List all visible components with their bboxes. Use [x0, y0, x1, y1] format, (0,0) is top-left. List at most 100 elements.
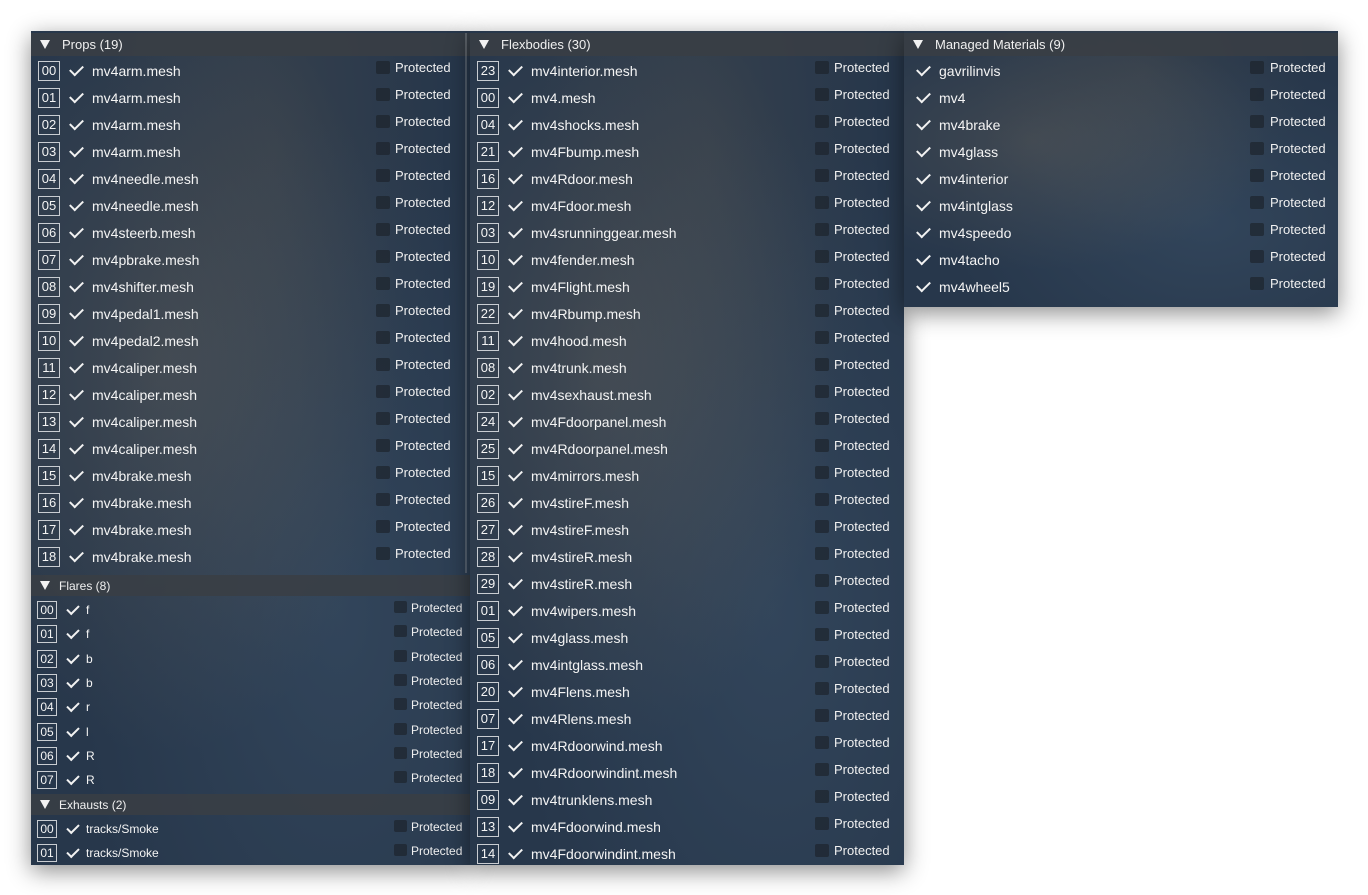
flexbody-row[interactable]: 16 mv4Rdoor.mesh Protected: [470, 167, 904, 194]
checkmark-icon[interactable]: [508, 574, 523, 590]
prop-row[interactable]: 10 mv4pedal2.mesh Protected: [31, 329, 470, 356]
protected-checkbox[interactable]: [394, 820, 407, 832]
protected-checkbox[interactable]: [815, 466, 829, 479]
protected-checkbox[interactable]: [815, 817, 829, 830]
checkmark-icon[interactable]: [916, 88, 931, 104]
protected-checkbox[interactable]: [376, 493, 390, 506]
flexbody-row[interactable]: 15 mv4mirrors.mesh Protected: [470, 464, 904, 491]
checkmark-icon[interactable]: [69, 115, 84, 131]
protected-checkbox[interactable]: [376, 61, 390, 74]
checkmark-icon[interactable]: [508, 88, 523, 104]
protected-checkbox[interactable]: [1250, 115, 1264, 128]
flexbody-row[interactable]: 27 mv4stireF.mesh Protected: [470, 518, 904, 545]
protected-checkbox[interactable]: [376, 331, 390, 344]
flexbody-row[interactable]: 04 mv4shocks.mesh Protected: [470, 113, 904, 140]
protected-checkbox[interactable]: [815, 844, 829, 857]
prop-row[interactable]: 14 mv4caliper.mesh Protected: [31, 437, 470, 464]
checkmark-icon[interactable]: [508, 466, 523, 482]
prop-row[interactable]: 02 mv4arm.mesh Protected: [31, 113, 470, 140]
protected-checkbox[interactable]: [815, 601, 829, 614]
checkmark-icon[interactable]: [508, 763, 523, 779]
checkmark-icon[interactable]: [508, 115, 523, 131]
protected-checkbox[interactable]: [815, 358, 829, 371]
flare-row[interactable]: 02 b Protected: [31, 649, 470, 673]
checkmark-icon[interactable]: [508, 628, 523, 644]
protected-checkbox[interactable]: [376, 115, 390, 128]
prop-row[interactable]: 04 mv4needle.mesh Protected: [31, 167, 470, 194]
flexbody-row[interactable]: 28 mv4stireR.mesh Protected: [470, 545, 904, 572]
protected-checkbox[interactable]: [376, 358, 390, 371]
materials-header[interactable]: Managed Materials (9): [904, 33, 1338, 56]
checkmark-icon[interactable]: [69, 412, 84, 428]
flare-row[interactable]: 05 l Protected: [31, 722, 470, 746]
protected-checkbox[interactable]: [815, 628, 829, 641]
checkmark-icon[interactable]: [66, 747, 80, 762]
flexbody-row[interactable]: 18 mv4Rdoorwindint.mesh Protected: [470, 761, 904, 788]
protected-checkbox[interactable]: [815, 790, 829, 803]
flexbody-row[interactable]: 26 mv4stireF.mesh Protected: [470, 491, 904, 518]
checkmark-icon[interactable]: [508, 790, 523, 806]
prop-row[interactable]: 15 mv4brake.mesh Protected: [31, 464, 470, 491]
checkmark-icon[interactable]: [508, 250, 523, 266]
material-row[interactable]: mv4 Protected: [904, 86, 1338, 113]
protected-checkbox[interactable]: [815, 682, 829, 695]
protected-checkbox[interactable]: [376, 304, 390, 317]
material-row[interactable]: mv4wheel5 Protected: [904, 275, 1338, 302]
checkmark-icon[interactable]: [508, 817, 523, 833]
protected-checkbox[interactable]: [815, 412, 829, 425]
checkmark-icon[interactable]: [508, 682, 523, 698]
prop-row[interactable]: 08 mv4shifter.mesh Protected: [31, 275, 470, 302]
protected-checkbox[interactable]: [815, 250, 829, 263]
protected-checkbox[interactable]: [394, 625, 407, 638]
checkmark-icon[interactable]: [69, 466, 84, 482]
checkmark-icon[interactable]: [66, 674, 80, 689]
checkmark-icon[interactable]: [508, 304, 523, 320]
flexbody-row[interactable]: 29 mv4stireR.mesh Protected: [470, 572, 904, 599]
checkmark-icon[interactable]: [69, 520, 84, 536]
prop-row[interactable]: 13 mv4caliper.mesh Protected: [31, 410, 470, 437]
checkmark-icon[interactable]: [69, 385, 84, 401]
protected-checkbox[interactable]: [1250, 277, 1264, 290]
prop-row[interactable]: 17 mv4brake.mesh Protected: [31, 518, 470, 545]
flexbody-row[interactable]: 22 mv4Rbump.mesh Protected: [470, 302, 904, 329]
protected-checkbox[interactable]: [394, 601, 407, 613]
prop-row[interactable]: 05 mv4needle.mesh Protected: [31, 194, 470, 221]
exhaust-row[interactable]: 00 tracks/Smoke Protected: [31, 819, 470, 843]
flexbody-row[interactable]: 25 mv4Rdoorpanel.mesh Protected: [470, 437, 904, 464]
material-row[interactable]: mv4interior Protected: [904, 167, 1338, 194]
prop-row[interactable]: 09 mv4pedal1.mesh Protected: [31, 302, 470, 329]
checkmark-icon[interactable]: [508, 547, 523, 563]
checkmark-icon[interactable]: [69, 547, 84, 563]
checkmark-icon[interactable]: [69, 331, 84, 347]
protected-checkbox[interactable]: [815, 196, 829, 209]
prop-row[interactable]: 06 mv4steerb.mesh Protected: [31, 221, 470, 248]
flexbody-row[interactable]: 01 mv4wipers.mesh Protected: [470, 599, 904, 626]
flexbody-row[interactable]: 21 mv4Fbump.mesh Protected: [470, 140, 904, 167]
exhausts-header[interactable]: Exhausts (2): [31, 794, 470, 815]
checkmark-icon[interactable]: [508, 655, 523, 671]
flexbody-row[interactable]: 20 mv4Flens.mesh Protected: [470, 680, 904, 707]
protected-checkbox[interactable]: [815, 493, 829, 506]
protected-checkbox[interactable]: [815, 304, 829, 317]
flexbody-row[interactable]: 23 mv4interior.mesh Protected: [470, 59, 904, 86]
protected-checkbox[interactable]: [1250, 142, 1264, 155]
protected-checkbox[interactable]: [815, 88, 829, 101]
checkmark-icon[interactable]: [508, 223, 523, 239]
protected-checkbox[interactable]: [376, 142, 390, 155]
checkmark-icon[interactable]: [66, 820, 80, 835]
protected-checkbox[interactable]: [394, 771, 407, 784]
flare-row[interactable]: 01 f Protected: [31, 624, 470, 648]
checkmark-icon[interactable]: [69, 277, 84, 293]
checkmark-icon[interactable]: [916, 115, 931, 131]
flexbody-row[interactable]: 10 mv4fender.mesh Protected: [470, 248, 904, 275]
protected-checkbox[interactable]: [376, 277, 390, 290]
checkmark-icon[interactable]: [66, 650, 80, 664]
flares-header[interactable]: Flares (8): [31, 575, 470, 596]
checkmark-icon[interactable]: [508, 331, 523, 347]
protected-checkbox[interactable]: [1250, 88, 1264, 101]
protected-checkbox[interactable]: [394, 673, 407, 686]
protected-checkbox[interactable]: [815, 115, 829, 128]
flexbody-row[interactable]: 11 mv4hood.mesh Protected: [470, 329, 904, 356]
material-row[interactable]: mv4brake Protected: [904, 113, 1338, 140]
checkmark-icon[interactable]: [66, 626, 80, 640]
